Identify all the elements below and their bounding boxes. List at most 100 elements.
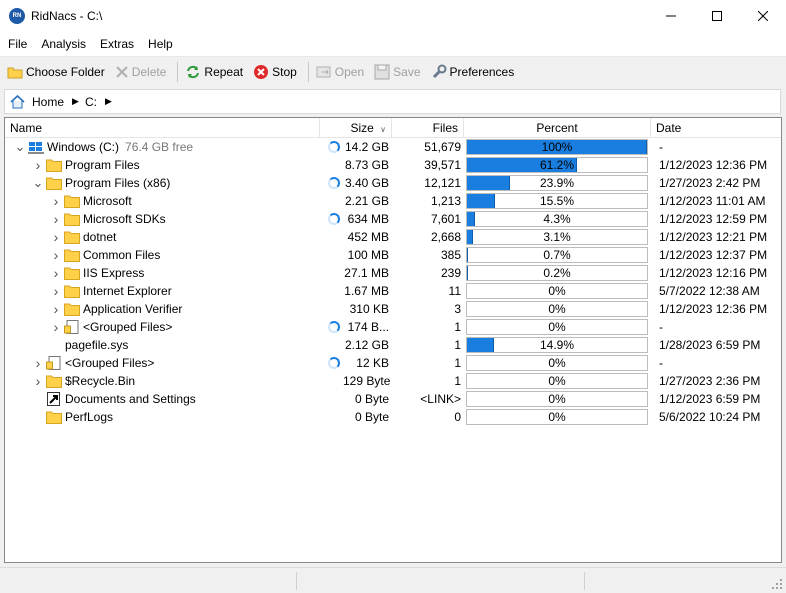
loading-spinner-icon xyxy=(328,321,340,333)
table-row[interactable]: › dotnet 452 MB 2,668 3.1% 1/12/2023 12:21 PM xyxy=(5,228,781,246)
toolbar-separator xyxy=(307,61,309,82)
item-size: 14.2 GB xyxy=(344,140,389,154)
column-percent[interactable]: Percent xyxy=(464,118,651,138)
percent-bar: 0% xyxy=(466,283,648,299)
table-row[interactable]: › Common Files 100 MB 385 0.7% 1/12/2023 12:3… xyxy=(5,246,781,264)
expand-chevron-icon[interactable]: › xyxy=(33,372,43,390)
resize-grip-icon[interactable] xyxy=(771,578,783,590)
close-button[interactable] xyxy=(740,0,786,31)
breadcrumb: Home ▶ C: ▶ xyxy=(4,89,781,114)
column-date[interactable]: Date xyxy=(651,118,781,138)
item-files: 1 xyxy=(454,374,461,388)
open-button[interactable]: Open xyxy=(313,60,367,84)
column-name[interactable]: Name xyxy=(5,118,320,138)
table-row[interactable]: › <Grouped Files> 174 B... 1 0% - xyxy=(5,318,781,336)
status-separator xyxy=(584,572,585,590)
column-size-label: Size xyxy=(350,121,374,135)
link-icon xyxy=(47,392,60,406)
item-files: 39,571 xyxy=(424,158,461,172)
expand-chevron-icon[interactable]: › xyxy=(51,246,61,264)
menu-help[interactable]: Help xyxy=(142,37,179,51)
item-size: 12 KB xyxy=(356,356,389,370)
choose-folder-button[interactable]: Choose Folder xyxy=(4,60,108,84)
table-row[interactable]: PerfLogs 0 Byte 0 0% 5/6/2022 10:24 PM xyxy=(5,408,781,426)
folder-icon xyxy=(64,267,80,280)
percent-label: 3.1% xyxy=(543,230,571,244)
item-size: 0 Byte xyxy=(354,410,389,424)
table-row[interactable]: › Microsoft SDKs 634 MB 7,601 4.3% 1/12/2023 … xyxy=(5,210,781,228)
directory-tree-list[interactable]: Name Size ∨ Files Percent Date ⌄ Windows … xyxy=(4,117,782,563)
item-date: 1/28/2023 6:59 PM xyxy=(659,338,761,352)
table-row[interactable]: › Internet Explorer 1.67 MB 11 0% 5/7/2022 12… xyxy=(5,282,781,300)
delete-button[interactable]: Delete xyxy=(112,60,170,84)
sort-descending-icon: ∨ xyxy=(380,125,386,134)
expand-chevron-icon[interactable]: › xyxy=(51,228,61,246)
open-label: Open xyxy=(334,64,365,79)
menu-file[interactable]: File xyxy=(2,37,33,51)
item-size: 1.67 MB xyxy=(344,284,389,298)
table-row[interactable]: Documents and Settings 0 Byte <LINK> 0% 1/12… xyxy=(5,390,781,408)
stop-button[interactable]: Stop xyxy=(250,60,300,84)
percent-bar: 4.3% xyxy=(466,211,648,227)
stop-icon xyxy=(254,64,269,79)
expand-chevron-icon[interactable]: › xyxy=(51,282,61,300)
breadcrumb-drive[interactable]: C: xyxy=(85,95,97,109)
delete-icon xyxy=(116,65,128,78)
breadcrumb-home[interactable]: Home xyxy=(32,95,64,109)
percent-label: 0.7% xyxy=(543,248,571,262)
save-icon xyxy=(374,64,390,79)
open-icon xyxy=(316,66,331,77)
home-icon xyxy=(10,94,25,108)
expand-chevron-icon[interactable]: › xyxy=(33,354,43,372)
table-row[interactable]: pagefile.sys 2.12 GB 1 14.9% 1/28/2023 6:59 … xyxy=(5,336,781,354)
expand-chevron-icon[interactable]: › xyxy=(51,210,61,228)
save-button[interactable]: Save xyxy=(371,60,423,84)
menu-bar: File Analysis Extras Help xyxy=(0,31,786,57)
breadcrumb-separator-icon[interactable]: ▶ xyxy=(72,96,79,107)
item-files: 1 xyxy=(454,338,461,352)
column-size[interactable]: Size ∨ xyxy=(320,118,392,138)
toolbar-separator xyxy=(177,61,179,82)
column-files[interactable]: Files xyxy=(392,118,464,138)
table-row[interactable]: › <Grouped Files> 12 KB 1 0% - xyxy=(5,354,781,372)
collapse-chevron-icon[interactable]: ⌄ xyxy=(15,138,26,156)
item-name-label: Program Files (x86) xyxy=(65,176,171,190)
percent-label: 0.2% xyxy=(543,266,571,280)
menu-analysis[interactable]: Analysis xyxy=(35,37,92,51)
table-row[interactable]: › Microsoft 2.21 GB 1,213 15.5% 1/12/2023 11:… xyxy=(5,192,781,210)
menu-extras[interactable]: Extras xyxy=(94,37,140,51)
item-files: 51,679 xyxy=(424,140,461,154)
table-row[interactable]: › Application Verifier 310 KB 3 0% 1/12/2023 … xyxy=(5,300,781,318)
item-size: 100 MB xyxy=(347,248,389,262)
table-row[interactable]: ⌄ Program Files (x86) 3.40 GB 12,121 23.9% 1/… xyxy=(5,174,781,192)
breadcrumb-separator-icon[interactable]: ▶ xyxy=(105,96,112,107)
collapse-chevron-icon[interactable]: ⌄ xyxy=(33,174,44,192)
expand-chevron-icon[interactable]: › xyxy=(51,192,61,210)
loading-spinner-icon xyxy=(328,213,340,225)
expand-chevron-icon[interactable]: › xyxy=(51,300,61,318)
item-name-label: Internet Explorer xyxy=(83,284,172,298)
preferences-button[interactable]: Preferences xyxy=(428,60,518,84)
window-title: RidNacs - C:\ xyxy=(31,8,103,23)
expand-chevron-icon[interactable]: › xyxy=(51,264,61,282)
percent-bar: 0% xyxy=(466,391,648,407)
table-row[interactable]: › Program Files 8.73 GB 39,571 61.2% 1/12/202… xyxy=(5,156,781,174)
percent-bar: 15.5% xyxy=(466,193,648,209)
status-separator xyxy=(296,572,297,590)
item-name: Microsoft xyxy=(83,192,132,210)
percent-bar: 0.2% xyxy=(466,265,648,281)
item-name: Common Files xyxy=(83,246,160,264)
minimize-button[interactable] xyxy=(648,0,694,31)
item-name: <Grouped Files> xyxy=(65,354,154,372)
table-row[interactable]: › $Recycle.Bin 129 Byte 1 0% 1/27/2023 2:36 P… xyxy=(5,372,781,390)
minimize-icon xyxy=(666,15,676,16)
toolbar: Choose Folder Delete Repeat Stop Open Sa… xyxy=(0,57,786,86)
expand-chevron-icon[interactable]: › xyxy=(51,318,61,336)
repeat-button[interactable]: Repeat xyxy=(182,60,246,84)
table-row[interactable]: › IIS Express 27.1 MB 239 0.2% 1/12/2023 12:1… xyxy=(5,264,781,282)
item-name-label: $Recycle.Bin xyxy=(65,374,136,388)
table-row[interactable]: ⌄ Windows (C:) 76.4 GB free 14.2 GB 51,679 10… xyxy=(5,138,781,156)
maximize-button[interactable] xyxy=(694,0,740,31)
item-date: 5/6/2022 10:24 PM xyxy=(659,410,761,424)
expand-chevron-icon[interactable]: › xyxy=(33,156,43,174)
